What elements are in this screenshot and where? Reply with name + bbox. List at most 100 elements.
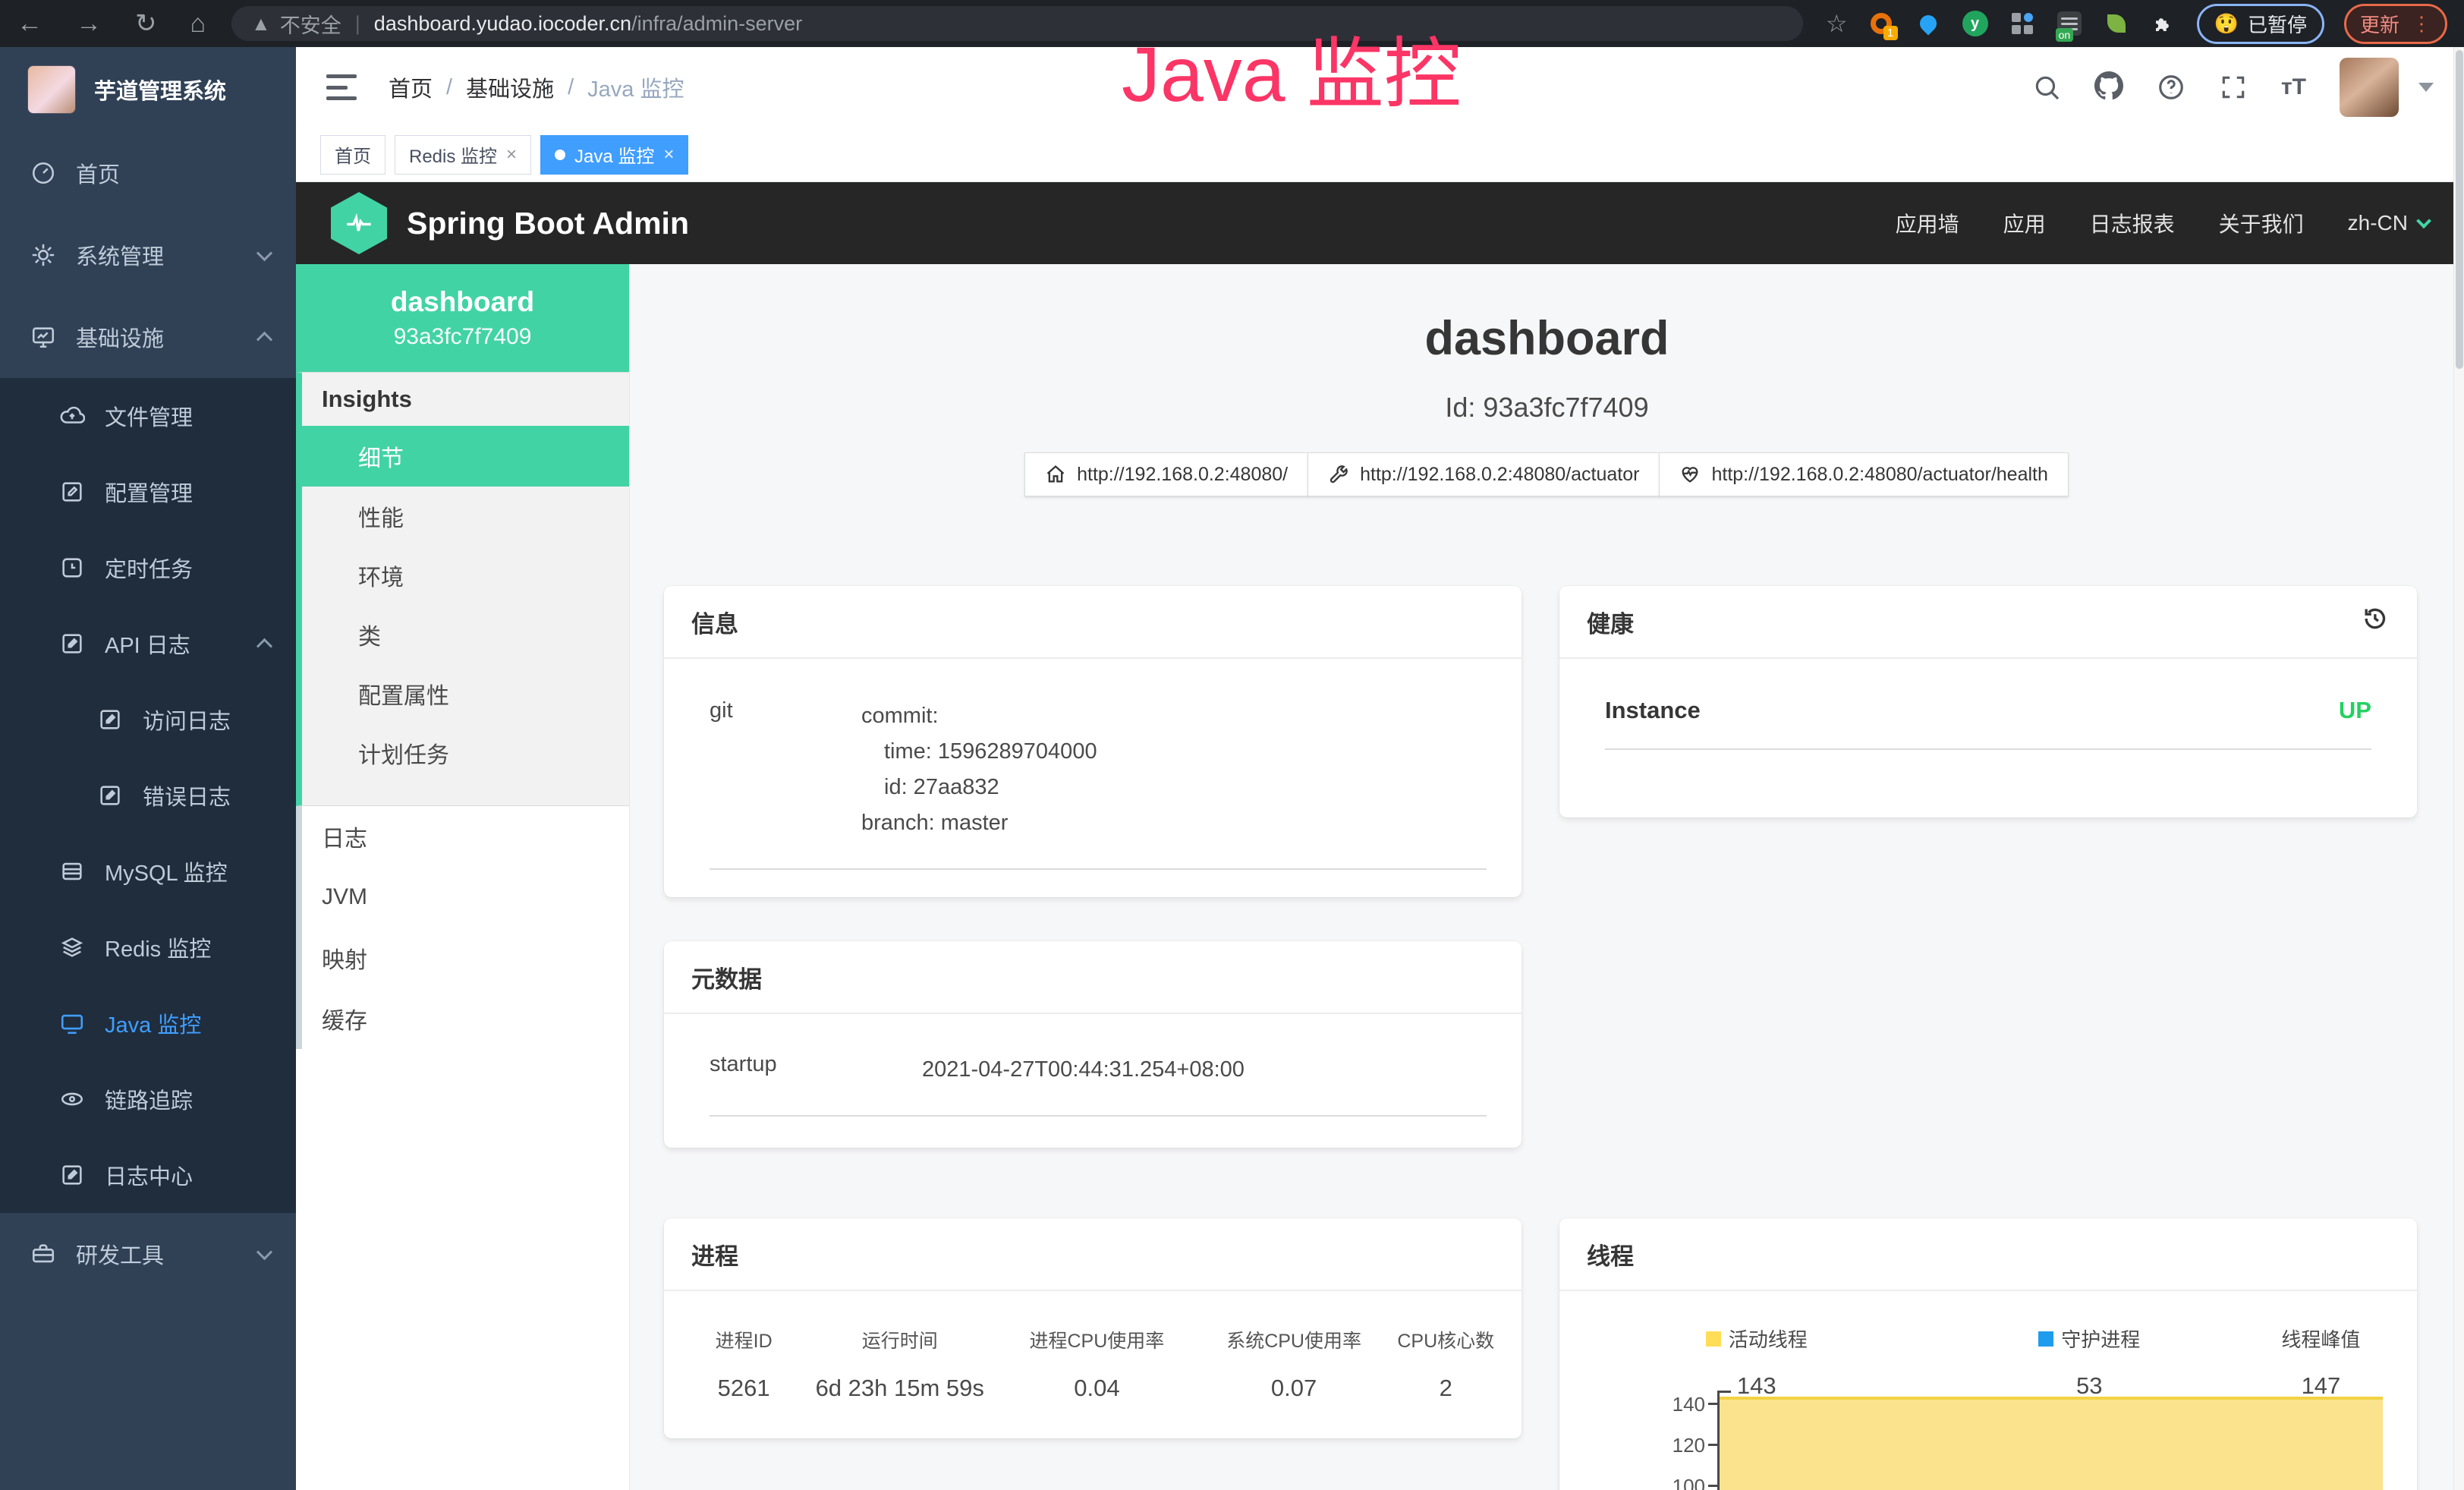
avatar-caret-icon[interactable]	[2418, 83, 2434, 92]
github-icon[interactable]	[2094, 71, 2123, 104]
sba-menu-scheduled-tasks[interactable]: 计划任务	[302, 723, 629, 783]
sba-instance-header[interactable]: dashboard 93a3fc7f7409	[296, 264, 629, 372]
instance-links: http://192.168.0.2:48080/ http://192.168…	[630, 452, 2464, 496]
bookmark-star-icon[interactable]: ☆	[1826, 9, 1848, 38]
extension-y-icon[interactable]: y	[1962, 10, 1989, 37]
sba-menu-logs[interactable]: 日志	[302, 806, 629, 867]
health-instance-row[interactable]: Instance UP	[1605, 697, 2371, 750]
legend-swatch-daemon	[2038, 1331, 2053, 1347]
extension-leaf-icon[interactable]	[2103, 10, 2130, 37]
forward-icon[interactable]: →	[76, 9, 102, 39]
sidebar-item-access-log[interactable]: 访问日志	[0, 682, 296, 758]
sba-menu-config-props[interactable]: 配置属性	[302, 664, 629, 723]
extension-pin-icon[interactable]	[1915, 10, 1942, 37]
sba-menu-classes[interactable]: 类	[302, 605, 629, 664]
sba-menu-mappings[interactable]: 映射	[302, 928, 629, 988]
not-secure-label: 不安全	[280, 9, 341, 39]
sidebar-item-system[interactable]: 系统管理	[0, 214, 296, 296]
sba-menu-environment[interactable]: 环境	[302, 546, 629, 605]
sidebar-item-redis[interactable]: Redis 监控	[0, 909, 296, 985]
hamburger-icon[interactable]	[326, 74, 357, 100]
instance-title: dashboard	[630, 311, 2464, 366]
close-icon[interactable]: ×	[506, 144, 517, 165]
tab-home[interactable]: 首页	[320, 135, 385, 175]
sidebar-item-java-monitor[interactable]: Java 监控	[0, 985, 296, 1061]
sba-nav-about[interactable]: 关于我们	[2219, 208, 2304, 238]
metadata-card: 元数据 startup 2021-04-27T00:44:31.254+08:0…	[664, 941, 1522, 1148]
extension-switch-icon[interactable]: on	[2056, 10, 2083, 37]
profile-emoji: 😲	[2214, 12, 2239, 36]
sba-logo-icon[interactable]	[331, 192, 387, 254]
sidebar-item-api-log[interactable]: API 日志	[0, 606, 296, 682]
log-pen-icon	[97, 707, 123, 732]
active-tab-dot	[555, 150, 565, 160]
font-size-icon[interactable]: ᴛT	[2281, 74, 2306, 100]
threads-card: 线程 活动线程 143 守护进程 53 线程峰值 147	[1559, 1218, 2417, 1490]
extensions-puzzle-icon[interactable]	[2150, 10, 2177, 37]
sidebar-item-dev-tools[interactable]: 研发工具	[0, 1213, 296, 1295]
sidebar-item-error-log[interactable]: 错误日志	[0, 758, 296, 833]
page-scrollbar[interactable]	[2453, 47, 2464, 1490]
service-url-button[interactable]: http://192.168.0.2:48080/	[1024, 452, 1308, 496]
breadcrumb: 首页 / 基础设施 / Java 监控	[389, 71, 684, 103]
browser-menu-icon[interactable]: ⋮	[2412, 12, 2431, 36]
back-icon[interactable]: ←	[17, 9, 42, 39]
fullscreen-icon[interactable]	[2219, 73, 2248, 102]
sidebar-item-mysql[interactable]: MySQL 监控	[0, 833, 296, 909]
breadcrumb-infra[interactable]: 基础设施	[466, 71, 554, 103]
toolbox-icon	[30, 1241, 56, 1267]
chrome-update-button[interactable]: 更新 ⋮	[2344, 4, 2447, 44]
threads-chart: 140 120 100	[1559, 1381, 2417, 1490]
extension-grid-icon[interactable]	[2009, 10, 2036, 37]
sba-menu-details[interactable]: 细节	[302, 426, 629, 487]
sba-menu-metrics[interactable]: 性能	[302, 487, 629, 546]
sba-menu-jvm[interactable]: JVM	[302, 867, 629, 928]
sba-header: Spring Boot Admin 应用墙 应用 日志报表 关于我们 zh-CN	[296, 182, 2464, 264]
sba-content: dashboard Id: 93a3fc7f7409 http://192.16…	[630, 264, 2464, 1490]
info-card: 信息 git commit: time: 1596289704000 id: 2…	[664, 586, 1522, 897]
sidebar-item-files[interactable]: 文件管理	[0, 378, 296, 454]
sidebar-item-tracing[interactable]: 链路追踪	[0, 1061, 296, 1137]
address-bar[interactable]: ▲ 不安全 | dashboard.yudao.iocoder.cn /infr…	[231, 6, 1803, 41]
metadata-card-title: 元数据	[664, 941, 1522, 1014]
tab-java-monitor[interactable]: Java 监控 ×	[540, 135, 688, 175]
help-icon[interactable]	[2157, 73, 2186, 102]
process-card-title: 进程	[664, 1218, 1522, 1291]
sidebar-item-infra[interactable]: 基础设施	[0, 296, 296, 378]
app-logo-row[interactable]: 芋道管理系统	[0, 47, 296, 132]
scrollbar-thumb[interactable]	[2456, 50, 2463, 369]
sba-brand-title[interactable]: Spring Boot Admin	[407, 206, 689, 241]
sidebar-item-log-center[interactable]: 日志中心	[0, 1137, 296, 1213]
timer-icon	[59, 555, 85, 581]
sba-nav-journal[interactable]: 日志报表	[2090, 208, 2175, 238]
search-icon[interactable]	[2032, 73, 2061, 102]
app-title: 芋道管理系统	[94, 74, 226, 106]
info-card-title: 信息	[664, 586, 1522, 659]
sba-nav-wallboard[interactable]: 应用墙	[1896, 208, 1959, 238]
sba-nav-applications[interactable]: 应用	[2003, 208, 2046, 238]
sba-locale-select[interactable]: zh-CN	[2348, 211, 2429, 235]
sidebar-item-jobs[interactable]: 定时任务	[0, 530, 296, 606]
wrench-icon	[1328, 464, 1349, 485]
user-avatar[interactable]	[2340, 58, 2399, 117]
tab-redis-monitor[interactable]: Redis 监控 ×	[395, 135, 531, 175]
breadcrumb-home[interactable]: 首页	[389, 71, 433, 103]
profile-paused-chip[interactable]: 😲 已暂停	[2197, 4, 2324, 44]
not-secure-warning-icon: ▲	[251, 12, 271, 36]
health-url-button[interactable]: http://192.168.0.2:48080/actuator/health	[1659, 452, 2068, 496]
close-icon[interactable]: ×	[663, 144, 674, 165]
actuator-url-button[interactable]: http://192.168.0.2:48080/actuator	[1308, 452, 1660, 496]
sba-menu-caches[interactable]: 缓存	[302, 988, 629, 1049]
sidebar-item-config[interactable]: 配置管理	[0, 454, 296, 530]
sba-sidebar: dashboard 93a3fc7f7409 Insights 细节 性能 环境…	[296, 264, 630, 1490]
sba-section-insights: Insights	[302, 373, 629, 426]
sidebar-item-home[interactable]: 首页	[0, 132, 296, 214]
chevron-up-icon	[256, 331, 272, 347]
app-logo-avatar	[27, 65, 76, 114]
chevron-down-icon	[2416, 213, 2431, 228]
refresh-icon[interactable]: ↻	[135, 8, 157, 39]
history-icon[interactable]	[2359, 603, 2390, 640]
process-card: 进程 进程ID5261 运行时间6d 23h 15m 59s 进程CPU使用率0…	[664, 1218, 1522, 1438]
extension-orange-icon[interactable]: 1	[1868, 10, 1895, 37]
home-icon[interactable]: ⌂	[190, 9, 206, 39]
